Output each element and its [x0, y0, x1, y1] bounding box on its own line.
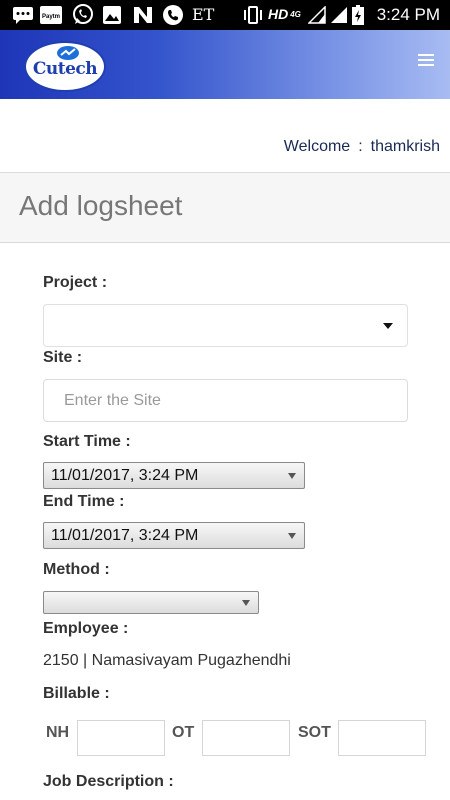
sot-label: SOT [298, 724, 331, 741]
employee-label: Employee : [43, 620, 129, 637]
site-input[interactable] [43, 379, 408, 422]
gallery-icon [103, 6, 121, 24]
vibrate-icon [242, 6, 264, 24]
nh-label: NH [46, 724, 70, 741]
nh-input[interactable] [77, 720, 165, 756]
end-time-label: End Time : [43, 493, 125, 510]
start-time-label: Start Time : [43, 433, 131, 450]
paytm-icon: Paytm [40, 6, 62, 24]
site-label: Site : [43, 349, 83, 366]
signal-icon [308, 6, 326, 24]
status-bar: Paytm ET HD 4G 3:24 PM [0, 0, 450, 30]
menu-icon[interactable] [418, 54, 434, 68]
end-time-select[interactable]: 11/01/2017, 3:24 PM [43, 522, 305, 549]
cutech-logo[interactable]: Cutech [24, 41, 106, 92]
phone-icon [162, 4, 184, 26]
project-select[interactable] [43, 304, 408, 347]
dropdown-arrow-icon [288, 473, 296, 479]
method-label: Method : [43, 561, 110, 578]
messaging-icon [12, 6, 34, 24]
start-time-select[interactable]: 11/01/2017, 3:24 PM [43, 462, 305, 489]
method-select[interactable] [43, 591, 259, 614]
et-icon: ET [192, 5, 215, 24]
battery-icon [352, 5, 364, 25]
project-label: Project : [43, 274, 108, 291]
dropdown-arrow-icon [288, 533, 296, 539]
caret-down-icon [383, 323, 393, 329]
logo-text: Cutech [32, 59, 98, 79]
clock: 3:24 PM [376, 5, 440, 24]
page-title: Add logsheet [19, 190, 183, 221]
welcome-text: Welcome: thamkrish [284, 138, 440, 156]
dropdown-arrow-icon [242, 600, 250, 606]
employee-value: 2150 | Namasivayam Pugazhendhi [43, 652, 291, 669]
network-type: HD 4G [268, 6, 301, 22]
sot-input[interactable] [338, 720, 426, 756]
billable-label: Billable : [43, 685, 110, 702]
n-app-icon [133, 6, 153, 24]
ot-label: OT [172, 724, 195, 741]
app-header: Cutech [0, 30, 450, 99]
signal-icon [330, 6, 348, 24]
username: thamkrish [370, 138, 440, 155]
job-description-label: Job Description : [43, 773, 174, 790]
svg-text:Paytm: Paytm [42, 14, 60, 20]
whatsapp-icon [72, 4, 94, 26]
welcome-separator: : [358, 138, 363, 155]
ot-input[interactable] [202, 720, 290, 756]
welcome-label: Welcome [283, 138, 351, 155]
